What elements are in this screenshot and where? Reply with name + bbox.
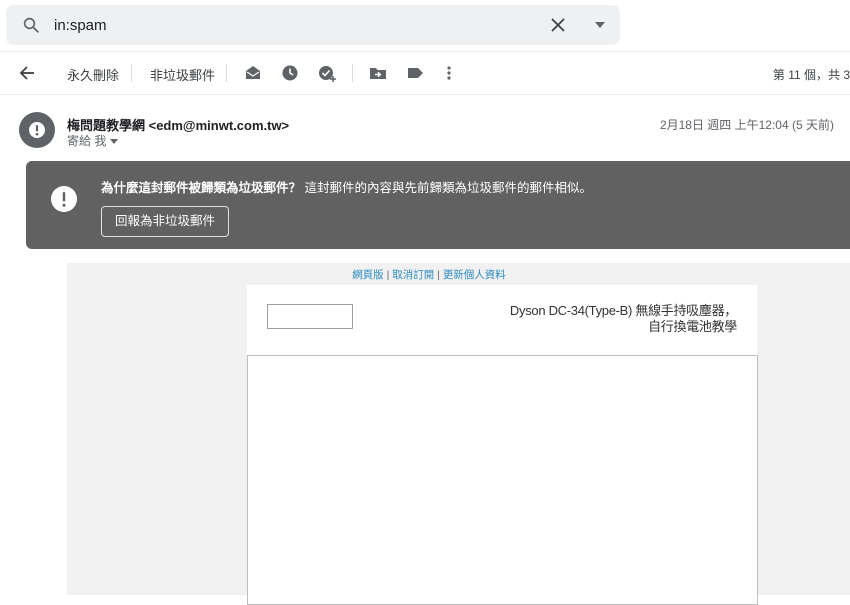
logo-placeholder <box>267 304 353 329</box>
email-top-links: 網頁版 | 取消訂閱 | 更新個人資料 <box>67 267 791 282</box>
email-title-line-2: 自行換電池教學 <box>648 319 737 334</box>
mark-unread-icon[interactable] <box>244 64 262 82</box>
caret-down-icon[interactable] <box>110 139 119 145</box>
spam-question: 為什麼這封郵件被歸類為垃圾郵件？ <box>101 181 302 195</box>
delete-forever-button[interactable]: 永久刪除 <box>67 65 119 84</box>
message-datetime: 2月18日 週四 上午12:04 (5 天前) <box>659 118 834 132</box>
back-arrow-icon[interactable] <box>19 65 35 81</box>
warning-icon <box>51 186 77 212</box>
snooze-clock-icon[interactable] <box>281 64 299 82</box>
email-image-frame <box>247 355 758 605</box>
add-to-tasks-icon[interactable] <box>318 64 336 82</box>
toolbar-separator <box>352 64 353 82</box>
link-separator: | <box>383 269 393 281</box>
update-profile-link[interactable]: 更新個人資料 <box>443 269 506 281</box>
search-icon[interactable] <box>22 16 40 34</box>
alert-icon <box>29 122 45 138</box>
pagination-text: 第 11 個，共 3 <box>772 68 850 82</box>
email-title: Dyson DC-34(Type-B) 無線手持吸塵器， 自行換電池教學 <box>510 303 737 335</box>
toolbar: 永久刪除 非垃圾郵件 第 11 個，共 3 <box>0 52 850 94</box>
email-title-line-1: Dyson DC-34(Type-B) 無線手持吸塵器， <box>509 303 737 318</box>
divider <box>0 94 850 95</box>
close-icon[interactable] <box>550 17 566 33</box>
search-input[interactable] <box>54 14 534 36</box>
toolbar-separator <box>226 64 227 82</box>
unsubscribe-link[interactable]: 取消訂閱 <box>392 269 434 281</box>
web-version-link[interactable]: 網頁版 <box>352 269 384 281</box>
toolbar-separator <box>131 64 132 82</box>
move-to-folder-icon[interactable] <box>369 64 387 82</box>
email-header-card: Dyson DC-34(Type-B) 無線手持吸塵器， 自行換電池教學 <box>247 285 757 355</box>
more-vertical-icon[interactable] <box>440 64 458 82</box>
chevron-down-icon[interactable] <box>594 21 606 29</box>
spam-reason-text: 為什麼這封郵件被歸類為垃圾郵件？ 這封郵件的內容與先前歸類為垃圾郵件的郵件相似。 <box>101 177 592 196</box>
report-not-spam-button[interactable]: 回報為非垃圾郵件 <box>101 206 230 237</box>
spam-warning-banner: 為什麼這封郵件被歸類為垃圾郵件？ 這封郵件的內容與先前歸類為垃圾郵件的郵件相似。… <box>26 161 850 249</box>
recipient-label: 寄給 我 <box>67 134 107 148</box>
link-separator: | <box>434 269 443 281</box>
avatar[interactable] <box>19 112 55 148</box>
search-bar <box>6 5 620 45</box>
email-body: 網頁版 | 取消訂閱 | 更新個人資料 Dyson DC-34(Type-B) … <box>67 263 850 605</box>
not-spam-button[interactable]: 非垃圾郵件 <box>150 65 215 84</box>
label-icon[interactable] <box>406 64 424 82</box>
recipient-details[interactable]: 寄給 我 <box>67 132 119 149</box>
spam-reason: 這封郵件的內容與先前歸類為垃圾郵件的郵件相似。 <box>301 181 592 195</box>
